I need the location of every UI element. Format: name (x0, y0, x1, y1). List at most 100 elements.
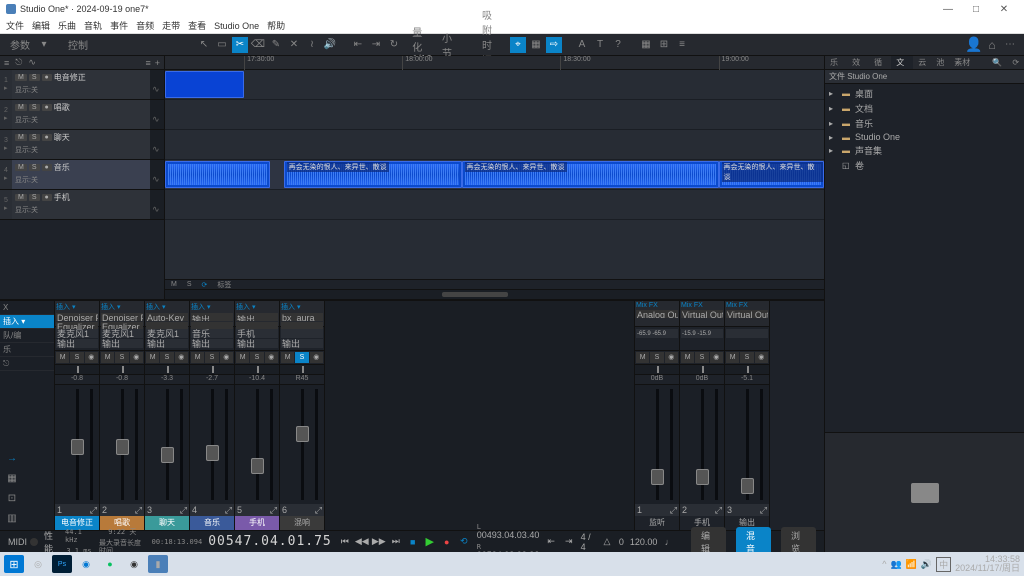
auto-icon[interactable]: ⟳ (202, 281, 208, 289)
ch-mute[interactable]: M (726, 352, 739, 363)
fader[interactable] (301, 389, 304, 500)
record-icon[interactable]: ● (440, 535, 454, 549)
metronome-icon[interactable]: △ (601, 535, 613, 549)
record-arm[interactable]: ● (42, 194, 52, 201)
pan-slider[interactable] (680, 365, 724, 375)
timeline-scrollbar[interactable] (165, 289, 824, 299)
start-button[interactable]: ⊞ (4, 555, 24, 573)
io-section[interactable]: 麦克风1输出 (100, 327, 144, 351)
tempo[interactable]: 120.00 (630, 537, 658, 547)
menu-event[interactable]: 事件 (110, 19, 128, 32)
mute-button[interactable]: M (15, 194, 27, 201)
ch-solo[interactable]: S (70, 352, 83, 363)
fader[interactable] (701, 389, 704, 500)
menu-audio[interactable]: 音频 (136, 19, 154, 32)
channel-name[interactable]: 手机 (235, 516, 279, 530)
chevron-right-icon[interactable]: ▸ (829, 104, 839, 113)
marker-next-icon[interactable]: ⇥ (563, 535, 575, 549)
ch-solo[interactable]: S (740, 352, 753, 363)
tab-instruments[interactable]: 乐器 (825, 56, 847, 69)
arrange-lane[interactable] (165, 100, 824, 130)
ch-solo[interactable]: S (250, 352, 263, 363)
follow-icon[interactable]: ⇨ (546, 37, 562, 53)
tracks-filter-icon[interactable]: ⎋ (15, 57, 22, 68)
expand-icon[interactable]: ⤢ (135, 505, 142, 516)
autoscroll-icon[interactable]: ↻ (386, 37, 402, 53)
ch-solo[interactable]: S (295, 352, 308, 363)
global-solo[interactable]: S (187, 281, 192, 288)
arrange-lane[interactable] (165, 130, 824, 160)
taskbar-app-studio-one[interactable]: ▮ (148, 555, 168, 573)
inserts[interactable]: 插入 ▾ Denoiser Pro Equalizer (100, 301, 144, 327)
grid-icon[interactable]: ⊞ (656, 37, 672, 53)
inserts[interactable]: 插入 ▾ Auto-Key (145, 301, 189, 327)
io-section[interactable]: 手机输出 (235, 327, 279, 351)
automation-lane-icon[interactable]: ∿ (28, 57, 36, 68)
snap-start-icon[interactable]: ⇤ (350, 37, 366, 53)
chevron-right-icon[interactable]: ▸ (829, 89, 839, 98)
menu-song[interactable]: 乐曲 (58, 19, 76, 32)
expand-icon[interactable]: ⤢ (90, 505, 97, 516)
tree-item[interactable]: ▸ ▬ 音乐 (825, 116, 1024, 131)
tempo-icon[interactable]: T (592, 37, 608, 53)
tree-item[interactable]: ▸ ▬ Studio One (825, 131, 1024, 143)
ch-monitor[interactable]: ◉ (310, 352, 323, 363)
expand-icon[interactable]: ⤢ (225, 505, 232, 516)
mute-button[interactable]: M (15, 134, 27, 141)
ruler[interactable]: 17:30:00 18:00:00 18:30:00 19:00:00 (165, 56, 824, 70)
tray-volume-icon[interactable]: 🔊 (921, 559, 932, 570)
track-row[interactable]: 3▸ MS●聊天 显示:关 ∿ (0, 130, 164, 160)
inserts[interactable]: 插入 ▾ 输出 (235, 301, 279, 327)
expand-icon[interactable]: ⤢ (180, 505, 187, 516)
menu-edit[interactable]: 编辑 (32, 19, 50, 32)
arrow-tool-icon[interactable]: ↖ (196, 37, 212, 53)
audio-clip[interactable]: 再会无染的恨人、来异世、散谈 (462, 161, 719, 188)
snap-end-icon[interactable]: ⇥ (368, 37, 384, 53)
expand-icon[interactable]: ⤢ (670, 505, 677, 516)
arrange-lane[interactable] (165, 70, 824, 100)
marker-prev-icon[interactable]: ⇤ (545, 535, 557, 549)
fader[interactable] (256, 389, 259, 500)
chevron-right-icon[interactable]: ▸ (829, 119, 839, 128)
tracks-collapse-icon[interactable]: ≡ (145, 58, 150, 68)
control-label[interactable]: 控制 (64, 37, 92, 53)
io-section[interactable]: 麦克风1输出 (145, 327, 189, 351)
channel-name[interactable]: 混响 (280, 516, 324, 530)
snap-label[interactable]: 吸附时间线 (482, 37, 498, 53)
ch-mute[interactable]: M (236, 352, 249, 363)
audio-clip[interactable]: 再会无染的恨人、来异世、散谈 (284, 161, 462, 188)
fader[interactable] (76, 389, 79, 500)
param-label[interactable]: 参数 (6, 37, 34, 53)
mute-button[interactable]: M (15, 104, 27, 111)
tab-files[interactable]: 文件 (891, 56, 913, 69)
track-display[interactable]: 显示:关 (15, 85, 38, 95)
fader[interactable] (746, 389, 749, 500)
sends-label[interactable]: 队/编 (0, 329, 54, 343)
ch-mute[interactable]: M (281, 352, 294, 363)
tab-effects[interactable]: 效果 (847, 56, 869, 69)
lanes[interactable]: 再会无染的恨人、来异世、散谈再会无染的恨人、来异世、散谈再会无染的恨人、来异世、… (165, 70, 824, 279)
home-icon[interactable]: ⌂ (984, 37, 1000, 53)
macro-icon[interactable]: ▦ (638, 37, 654, 53)
menu-view[interactable]: 查看 (188, 19, 206, 32)
track-name[interactable]: 音乐 (54, 162, 70, 173)
expand-icon[interactable]: ⤢ (760, 505, 767, 516)
instrument-label[interactable]: 乐 (0, 343, 54, 357)
ch-monitor[interactable]: ◉ (710, 352, 723, 363)
arrange-lane[interactable]: 再会无染的恨人、来异世、散谈再会无染的恨人、来异世、散谈再会无染的恨人、来异世、… (165, 160, 824, 190)
track-display[interactable]: 显示:关 (15, 205, 38, 215)
track-name[interactable]: 手机 (54, 192, 70, 203)
ch-solo[interactable]: S (115, 352, 128, 363)
loop-start[interactable]: L 00493.04.03.40 (477, 523, 540, 540)
taskbar-app-ps[interactable]: Ps (52, 555, 72, 573)
inserts[interactable]: Mix FX Analog Ou..+2 (635, 301, 679, 327)
chevron-down-icon[interactable]: ▾ (36, 37, 52, 53)
ch-monitor[interactable]: ◉ (265, 352, 278, 363)
close-button[interactable]: ✕ (990, 4, 1018, 15)
taskbar-app-edge[interactable]: ◉ (76, 555, 96, 573)
bars[interactable]: 0 (619, 537, 624, 547)
tab-soundsets[interactable]: 素材包 (949, 56, 977, 69)
channel-name[interactable]: 聊天 (145, 516, 189, 530)
timecode-main[interactable]: 00547.04.01.75 (208, 534, 332, 549)
timeline[interactable]: 17:30:00 18:00:00 18:30:00 19:00:00 再会无染… (165, 56, 824, 299)
